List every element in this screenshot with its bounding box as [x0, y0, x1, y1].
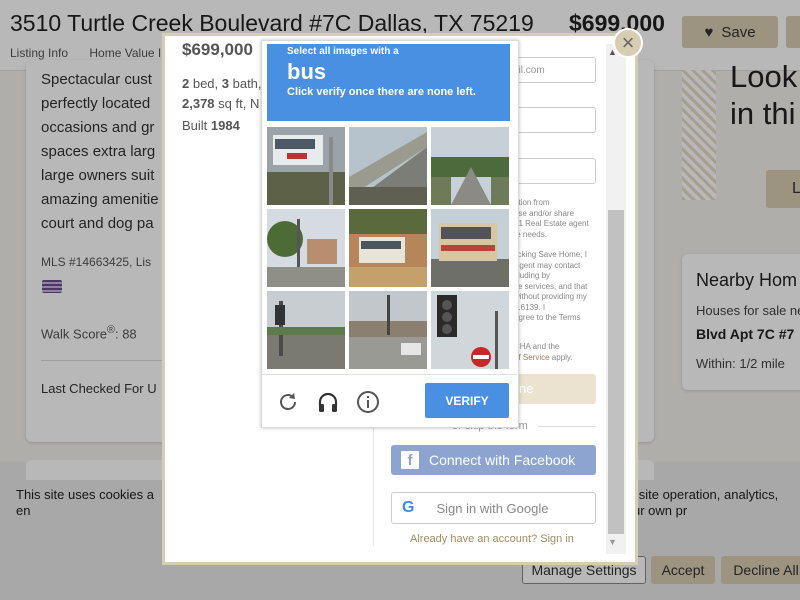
- verify-button[interactable]: VERIFY: [425, 383, 509, 418]
- refresh-icon[interactable]: [276, 390, 300, 414]
- close-icon[interactable]: ×: [613, 28, 643, 58]
- name-field[interactable]: [510, 158, 596, 184]
- modal-price: $699,000: [182, 40, 253, 59]
- tile-image-stop-sign: [431, 291, 509, 369]
- baths-value: 3: [221, 76, 229, 91]
- tile-image-bus-3: [431, 209, 509, 287]
- terms-of-service-link[interactable]: of Service: [514, 353, 550, 362]
- captcha-header: Select all images with a bus Click verif…: [267, 44, 510, 121]
- built-year: 1984: [210, 118, 240, 133]
- captcha-tile-highway[interactable]: [349, 127, 427, 205]
- legal-text-1: ation from use and/or share 21 Real Esta…: [514, 198, 589, 239]
- scrollbar-thumb[interactable]: [608, 210, 624, 534]
- tile-image-road-trees: [431, 127, 509, 205]
- tile-image-bus: [267, 127, 345, 205]
- tile-image-bus-2: [349, 209, 427, 287]
- legal-text-3: CHA and the of Service apply.: [514, 342, 600, 363]
- phone-field[interactable]: [510, 107, 596, 133]
- or-divider: [538, 426, 596, 427]
- facebook-connect-button[interactable]: f Connect with Facebook: [391, 445, 596, 475]
- google-label: Sign in with Google: [436, 500, 549, 516]
- beds-label: bed,: [189, 76, 222, 91]
- legal-text-3c: apply.: [549, 352, 573, 362]
- sign-in-link[interactable]: Already have an account? Sign in: [410, 533, 574, 545]
- modal-beds-baths: 2 bed, 3 bath,: [182, 76, 262, 91]
- captcha-tile-bus[interactable]: [267, 127, 345, 205]
- sqft-label: sq ft, N: [214, 96, 260, 111]
- captcha-target-word: bus: [287, 59, 327, 84]
- tile-image-intersection: [349, 291, 427, 369]
- captcha-tile-bus-3[interactable]: [431, 209, 509, 287]
- captcha-tile-road-trees[interactable]: [431, 127, 509, 205]
- captcha-tile-stop-sign[interactable]: [431, 291, 509, 369]
- email-field[interactable]: ail.com: [510, 57, 596, 83]
- legal-text-2: licking Save Home, I Agent may contact c…: [514, 250, 588, 322]
- google-signin-button[interactable]: G Sign in with Google: [391, 492, 596, 524]
- modal-sqft: 2,378 sq ft, N: [182, 96, 259, 111]
- tile-image-street-houses: [267, 209, 345, 287]
- facebook-label: Connect with Facebook: [429, 452, 576, 468]
- legal-text-3a: CHA and the: [514, 342, 560, 351]
- google-icon: G: [402, 499, 415, 516]
- modal-built: Built 1984: [182, 118, 240, 133]
- captcha-tile-bus-2[interactable]: [349, 209, 427, 287]
- sqft-value: 2,378: [182, 96, 215, 111]
- headphones-icon[interactable]: [316, 390, 340, 414]
- baths-label: bath,: [229, 76, 262, 91]
- facebook-icon: f: [401, 451, 419, 469]
- tile-image-traffic-light: [267, 291, 345, 369]
- scroll-down-arrow-icon[interactable]: ▼: [608, 537, 617, 547]
- captcha-tile-intersection[interactable]: [349, 291, 427, 369]
- captcha-divider: [262, 374, 517, 375]
- captcha-subinstruction: Click verify once there are none left.: [287, 86, 476, 98]
- built-label: Built: [182, 118, 211, 133]
- captcha-tile-traffic-light[interactable]: [267, 291, 345, 369]
- captcha-tile-street-houses[interactable]: [267, 209, 345, 287]
- captcha-instruction: Select all images with a: [287, 46, 399, 57]
- tile-image-highway: [349, 127, 427, 205]
- info-icon[interactable]: [356, 390, 380, 414]
